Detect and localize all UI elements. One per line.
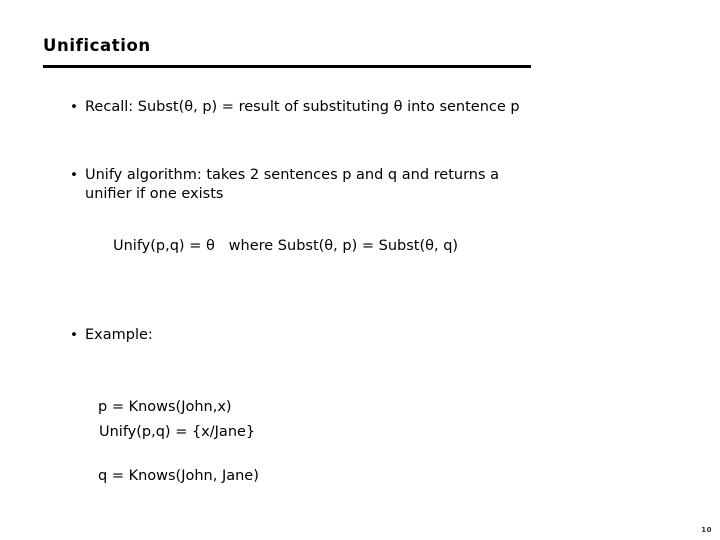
page-title: Unification: [43, 36, 151, 55]
formula-example-result: Unify(p,q) = {x/Jane}: [99, 424, 256, 440]
bullet-item-example: • Example:: [58, 326, 478, 345]
page-number: 10: [701, 526, 712, 534]
bullet-item-unify-algorithm: • Unify algorithm: takes 2 sentences p a…: [58, 166, 638, 204]
example-sentence-p: p = Knows(John,x): [98, 399, 232, 415]
bullet-text-unify-algorithm: Unify algorithm: takes 2 sentences p and…: [85, 166, 499, 204]
bullet-text-example: Example:: [85, 327, 153, 343]
bullet-glyph-icon: •: [70, 327, 78, 343]
bullet-glyph-icon: •: [70, 99, 78, 115]
formula-unify-definition: Unify(p,q) = θ where Subst(θ, p) = Subst…: [113, 238, 459, 254]
bullet-text-unify-algorithm-line1: Unify algorithm: takes 2 sentences p and…: [85, 167, 500, 183]
title-divider: [43, 65, 531, 68]
slide-canvas: Unification • Recall: Subst(θ, p) = resu…: [0, 0, 720, 540]
example-sentences: p = Knows(John,x) q = Knows(John, Jane): [98, 350, 259, 534]
bullet-text-unify-algorithm-line2: unifier if one exists: [85, 186, 224, 202]
example-sentence-q: q = Knows(John, Jane): [98, 468, 259, 484]
bullet-glyph-icon: •: [70, 167, 78, 183]
bullet-text-recall: Recall: Subst(θ, p) = result of substitu…: [85, 99, 520, 115]
bullet-item-recall: • Recall: Subst(θ, p) = result of substi…: [58, 98, 658, 117]
